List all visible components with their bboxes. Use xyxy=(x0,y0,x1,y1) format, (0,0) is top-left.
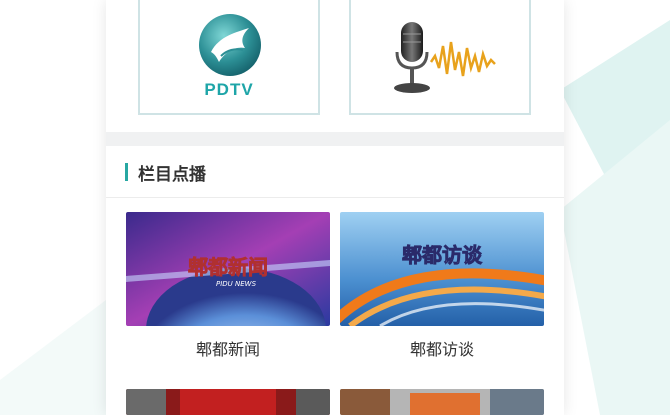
section-accent-bar xyxy=(125,163,128,181)
pidu-news-art-title: 郫都新闻 xyxy=(188,255,268,279)
pidu-news-art-subtitle: PIDU NEWS xyxy=(216,280,257,288)
program-3-artwork xyxy=(126,389,330,415)
section-header: 栏目点播 xyxy=(106,146,564,198)
program-thumbnail-4[interactable] xyxy=(340,389,544,415)
program-thumbnail-pidu-news[interactable]: 郫都新闻 PIDU NEWS xyxy=(126,212,330,326)
pdtv-logo-text: PDTV xyxy=(204,80,254,99)
pdtv-logo-icon xyxy=(199,14,261,76)
pidu-news-artwork: 郫都新闻 PIDU NEWS xyxy=(126,212,330,326)
section-title: 栏目点播 xyxy=(138,165,206,185)
program-label-pidu-interview[interactable]: 郫都访谈 xyxy=(340,336,544,360)
radio-channel-card[interactable] xyxy=(349,0,531,115)
live-channels-panel: PDTV xyxy=(106,0,564,132)
program-section: 栏目点播 郫都新闻 PIDU NEWS 郫都访谈 郫都新闻 郫都访谈 xyxy=(106,146,564,415)
program-thumbnail-3[interactable] xyxy=(126,389,330,415)
program-thumbnail-pidu-interview[interactable]: 郫都访谈 xyxy=(340,212,544,326)
microphone-icon xyxy=(394,22,496,93)
program-label-pidu-news[interactable]: 郫都新闻 xyxy=(126,336,330,360)
pidu-interview-art-title: 郫都访谈 xyxy=(402,243,483,267)
program-4-artwork xyxy=(340,389,544,415)
pidu-interview-artwork: 郫都访谈 xyxy=(340,212,544,326)
tv-channel-card[interactable]: PDTV xyxy=(138,0,320,115)
app-screen: PDTV 栏目点播 郫都新闻 PIDU NEWS 郫都访谈 郫都新闻 郫都访谈 xyxy=(106,0,564,415)
